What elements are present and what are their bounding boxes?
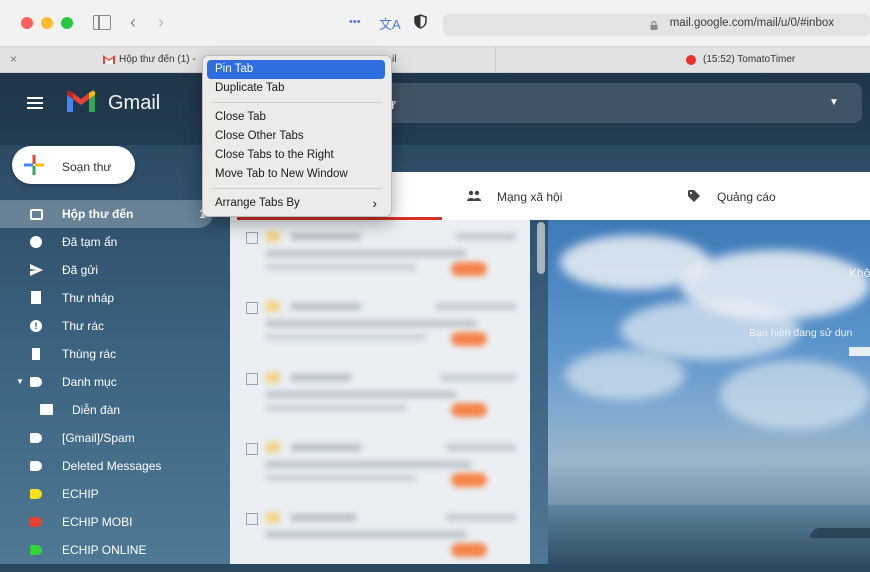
clock-icon — [30, 236, 42, 248]
search-options-icon[interactable]: ▼ — [829, 97, 839, 108]
checkbox[interactable] — [246, 443, 258, 455]
gmail-logo-icon[interactable] — [65, 89, 97, 114]
search-bar[interactable] — [366, 83, 862, 123]
sidebar-item-inbox[interactable]: Hộp thư đến 1 — [0, 200, 213, 228]
back-icon[interactable]: ‹ — [130, 12, 136, 32]
gmail-favicon-icon — [102, 54, 116, 65]
url-text: mail.google.com/mail/u/0/#inbox — [669, 17, 834, 29]
menu-item-label: Arrange Tabs By — [215, 197, 300, 209]
tab-inbox[interactable]: Hộp thư đến (1) - — [119, 47, 196, 72]
menu-item-duplicate-tab[interactable]: Duplicate Tab — [207, 79, 385, 98]
list-item[interactable] — [236, 367, 524, 432]
sidebar-item-deleted-messages[interactable]: Deleted Messages — [0, 452, 213, 480]
zoom-window-button[interactable] — [61, 17, 73, 29]
menu-item-arrange-tabs-by[interactable]: Arrange Tabs By › — [207, 194, 385, 213]
list-item[interactable] — [236, 437, 524, 502]
star-icon[interactable] — [266, 372, 280, 383]
list-item[interactable] — [236, 226, 524, 291]
menu-item-close-tab[interactable]: Close Tab — [207, 108, 385, 127]
checkbox[interactable] — [246, 513, 258, 525]
star-icon[interactable] — [266, 442, 280, 453]
theme-heading: Khô — [849, 266, 870, 280]
submenu-arrow-icon: › — [372, 195, 377, 211]
theme-description: Bạn hiện đang sử dụn — [749, 327, 853, 339]
lock-icon — [650, 19, 658, 30]
draft-icon — [31, 291, 41, 304]
label-icon — [30, 517, 42, 527]
scrollbar[interactable] — [537, 222, 545, 274]
expand-arrow-icon[interactable]: ▼ — [16, 368, 24, 396]
inbox-icon — [30, 209, 43, 220]
reader-extension-icon[interactable]: ••• — [349, 16, 361, 28]
sidebar-item-echip-mobi[interactable]: ECHIP MOBI — [0, 508, 213, 536]
close-tab-icon[interactable]: × — [10, 47, 17, 72]
cloud-shape — [720, 360, 870, 430]
close-window-button[interactable] — [21, 17, 33, 29]
checkbox[interactable] — [246, 302, 258, 314]
menu-item-close-other-tabs[interactable]: Close Other Tabs — [207, 127, 385, 146]
people-icon — [466, 190, 482, 202]
label-icon — [30, 461, 42, 471]
star-icon[interactable] — [266, 231, 280, 242]
label-icon — [30, 377, 42, 387]
sidebar-item-trash[interactable]: Thùng rác — [0, 340, 213, 368]
tab-promotions[interactable]: Quảng cáo — [717, 190, 776, 204]
compose-label: Soạn thư — [62, 160, 112, 174]
menu-item-pin-tab[interactable]: Pin Tab — [207, 60, 385, 79]
sidebar-item-gmail-spam[interactable]: [Gmail]/Spam — [0, 424, 213, 452]
tomato-favicon-icon — [686, 55, 696, 65]
list-item[interactable] — [236, 296, 524, 361]
list-item[interactable] — [236, 507, 524, 572]
tab-tomatotimer[interactable]: (15:52) TomatoTimer — [703, 47, 795, 72]
send-icon — [30, 264, 43, 279]
plus-icon — [24, 155, 44, 175]
sidebar-item-sent[interactable]: Đã gửi — [0, 256, 213, 284]
label-icon — [30, 433, 42, 443]
sidebar-item-echip[interactable]: ECHIP — [0, 480, 213, 508]
menu-item-move-tab-new-window[interactable]: Move Tab to New Window — [207, 165, 385, 184]
forum-icon — [40, 404, 53, 415]
menu-separator — [212, 102, 382, 103]
forward-icon[interactable]: › — [158, 12, 164, 32]
gmail-wordmark: Gmail — [108, 92, 161, 114]
label-icon — [30, 489, 42, 499]
main-menu-icon[interactable] — [27, 97, 43, 109]
checkbox[interactable] — [246, 232, 258, 244]
translate-icon[interactable]: 文A — [379, 14, 401, 33]
sidebar-item-forums[interactable]: Diễn đàn — [0, 396, 213, 424]
sidebar-item-snoozed[interactable]: Đã tạm ẩn — [0, 228, 213, 256]
label-icon — [30, 545, 42, 555]
checkbox[interactable] — [246, 373, 258, 385]
headland-shape — [810, 528, 870, 538]
sidebar-item-echip-online[interactable]: ECHIP ONLINE — [0, 536, 213, 564]
sidebar-item-categories[interactable]: ▼ Danh mục — [0, 368, 213, 396]
tab-separator — [495, 47, 496, 72]
spam-icon: ! — [30, 320, 42, 332]
menu-separator — [212, 188, 382, 189]
trash-icon — [32, 348, 40, 360]
minimize-window-button[interactable] — [41, 17, 53, 29]
theme-button[interactable] — [849, 347, 870, 356]
cloud-shape — [565, 350, 685, 400]
star-icon[interactable] — [266, 301, 280, 312]
star-icon[interactable] — [266, 512, 280, 523]
tag-icon — [688, 190, 701, 202]
sidebar-toggle-icon[interactable] — [93, 15, 111, 30]
shield-icon[interactable] — [414, 14, 427, 29]
tab-gmail-label[interactable]: il — [392, 47, 396, 72]
menu-item-close-tabs-right[interactable]: Close Tabs to the Right — [207, 146, 385, 165]
sidebar-item-drafts[interactable]: Thư nháp — [0, 284, 213, 312]
sidebar-item-spam[interactable]: ! Thư rác — [0, 312, 213, 340]
tab-social[interactable]: Mạng xã hội — [497, 190, 562, 204]
